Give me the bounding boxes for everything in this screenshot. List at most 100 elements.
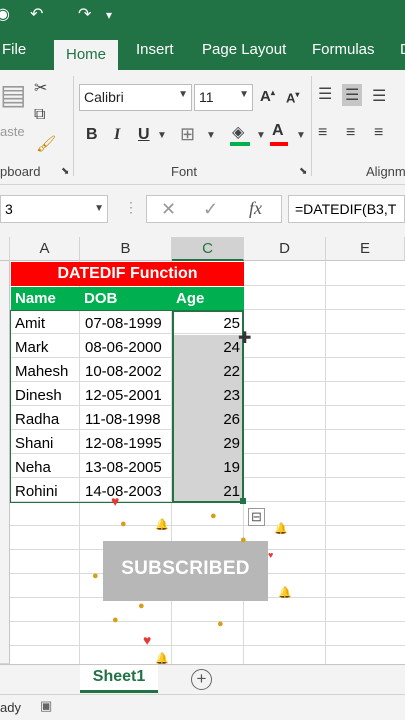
bold-button[interactable]: B (86, 126, 98, 144)
format-painter-icon[interactable]: 🖌 (36, 134, 56, 154)
font-name-select[interactable]: Calibri ▼ (79, 84, 192, 111)
cut-icon[interactable]: ✂ (34, 78, 47, 98)
divider (311, 76, 312, 176)
underline-button[interactable]: U (138, 126, 150, 144)
gridline (10, 645, 405, 646)
fill-color-icon[interactable]: ◈ (232, 122, 244, 142)
status-bar: ady ▣ (0, 694, 405, 720)
gridline (325, 261, 326, 664)
bell-icon: ● (240, 534, 247, 546)
column-header-e[interactable]: E (326, 237, 405, 261)
more-icon: ⋮ (124, 199, 138, 215)
column-header-c[interactable]: C (172, 237, 244, 261)
macro-record-icon[interactable]: ▣ (40, 698, 52, 714)
font-color-swatch (270, 142, 288, 146)
row-headers[interactable] (0, 261, 10, 664)
column-header-a[interactable]: A (10, 237, 80, 261)
paste-icon[interactable]: ▤ (0, 78, 26, 111)
status-text: ady (0, 700, 21, 715)
sheet-tab-bar: Sheet1 + (0, 664, 405, 694)
save-icon[interactable]: ◉ (0, 4, 10, 24)
tab-insert[interactable]: Insert (136, 41, 174, 58)
align-right-icon[interactable]: ≡ (374, 124, 383, 142)
copy-icon[interactable]: ⧉ (34, 106, 45, 124)
redo-icon[interactable]: ↷ (78, 4, 91, 24)
chevron-down-icon: ▼ (178, 89, 188, 100)
align-center-icon[interactable]: ≡ (346, 124, 355, 142)
clipboard-launcher-icon[interactable]: ⬊ (61, 166, 69, 177)
formula-buttons: ✕ ✓ fx (146, 195, 282, 223)
divider (73, 76, 74, 176)
font-color-icon[interactable]: A (272, 122, 284, 140)
bell-icon: ● (217, 618, 224, 630)
heart-icon: ♥ (268, 550, 274, 560)
increase-font-icon[interactable]: A▴ (260, 88, 275, 105)
add-sheet-icon[interactable]: + (191, 669, 212, 690)
column-header-b[interactable]: B (80, 237, 172, 261)
font-launcher-icon[interactable]: ⬊ (299, 166, 307, 177)
paste-label: aste (0, 124, 25, 139)
ribbon-tabs: File Home Insert Page Layout Formulas D (0, 33, 405, 70)
tab-page-layout[interactable]: Page Layout (202, 41, 286, 58)
insert-function-icon[interactable]: fx (249, 198, 262, 219)
clipboard-group-label: pboard (0, 164, 41, 179)
formula-bar: 3 ▼ ⋮ ✕ ✓ fx =DATEDIF(B3,T (0, 185, 405, 237)
borders-icon[interactable]: ⊞ (180, 124, 195, 145)
font-group-label: Font (171, 164, 198, 179)
tab-data[interactable]: D (400, 41, 405, 58)
fill-handle[interactable] (240, 498, 246, 504)
font-size-value: 11 (199, 89, 214, 105)
tab-sheet1[interactable]: Sheet1 (80, 665, 158, 693)
chevron-down-icon[interactable]: ▼ (157, 130, 167, 141)
header-cell-age[interactable]: Age (172, 287, 244, 311)
bell-icon: 🔔 (155, 519, 169, 531)
header-cell-name[interactable]: Name (11, 287, 80, 311)
chevron-down-icon[interactable]: ▼ (256, 130, 266, 141)
gridline (10, 525, 405, 526)
customize-toolbar-icon[interactable]: ▾ (106, 8, 112, 22)
name-box[interactable]: 3 ▼ (0, 195, 108, 223)
italic-button[interactable]: I (114, 126, 120, 144)
selection-border (172, 310, 244, 503)
bell-icon: ● (120, 518, 127, 530)
cursor-icon: ✚ (238, 330, 252, 347)
gridline (10, 621, 405, 622)
bell-icon: 🔔 (274, 523, 288, 535)
ribbon: ▤ aste ✂ ⧉ 🖌 pboard ⬊ Calibri ▼ 11 ▼ A▴ … (0, 70, 405, 185)
bell-icon: ● (112, 614, 119, 626)
bell-icon: 🔔 (278, 587, 292, 599)
cancel-icon[interactable]: ✕ (161, 199, 176, 220)
decrease-font-icon[interactable]: A▾ (286, 90, 299, 105)
align-bottom-icon[interactable]: ☰ (372, 86, 386, 106)
alignment-group-label: Alignm (366, 164, 405, 179)
table-title-cell[interactable]: DATEDIF Function (11, 262, 244, 286)
chevron-down-icon: ▼ (94, 203, 104, 214)
align-top-icon[interactable]: ☰ (318, 84, 332, 104)
bell-icon: ● (92, 570, 99, 582)
tab-formulas[interactable]: Formulas (312, 41, 375, 58)
title-bar: ◉ ↶ ↷ ▾ (0, 0, 405, 33)
header-cell-dob[interactable]: DOB (80, 287, 172, 311)
bell-icon: ● (138, 600, 145, 612)
heart-icon: ♥ (143, 632, 152, 648)
formula-input[interactable]: =DATEDIF(B3,T (288, 195, 405, 223)
heart-icon: ♥ (111, 493, 120, 509)
bell-icon: ● (210, 510, 217, 522)
font-name-value: Calibri (84, 89, 124, 105)
quick-analysis-icon[interactable]: ⊟ (248, 508, 265, 526)
align-left-icon[interactable]: ≡ (318, 124, 327, 142)
tab-file[interactable]: File (2, 41, 26, 58)
chevron-down-icon[interactable]: ▼ (206, 130, 216, 141)
select-all-corner[interactable] (0, 237, 10, 261)
enter-icon[interactable]: ✓ (203, 199, 218, 220)
name-box-value: 3 (5, 201, 13, 217)
subscribed-overlay: SUBSCRIBED (103, 541, 268, 601)
fill-color-swatch (230, 142, 250, 146)
undo-icon[interactable]: ↶ (30, 4, 43, 24)
tab-home[interactable]: Home (54, 40, 119, 70)
column-header-d[interactable]: D (244, 237, 326, 261)
chevron-down-icon[interactable]: ▼ (296, 130, 306, 141)
chevron-down-icon: ▼ (239, 89, 249, 100)
align-middle-icon[interactable]: ☰ (342, 84, 363, 106)
font-size-select[interactable]: 11 ▼ (194, 84, 253, 111)
